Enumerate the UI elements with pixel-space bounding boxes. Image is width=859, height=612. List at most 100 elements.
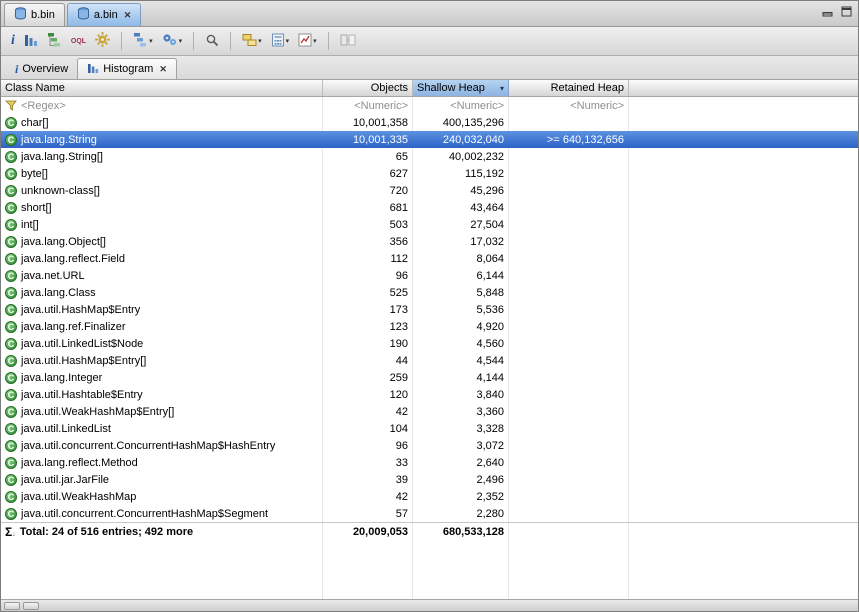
table-row[interactable]: C java.util.LinkedList 104 3,328 [1,420,858,437]
dominator-tree-button[interactable] [44,30,65,52]
table-row[interactable]: C java.util.concurrent.ConcurrentHashMap… [1,437,858,454]
expert-tests-button[interactable]: ▾ [159,30,186,52]
class-name-cell: C java.lang.String [1,131,323,148]
overview-button[interactable]: i [8,30,18,52]
table-row[interactable]: C java.util.concurrent.ConcurrentHashMap… [1,505,858,522]
tab-histogram[interactable]: Histogram ✕ [77,58,177,79]
retained-heap-cell [509,165,629,182]
total-objects: 20,009,053 [323,523,413,540]
dominator-tree-icon [47,32,62,50]
class-icon: C [5,371,17,384]
table-row[interactable]: C java.util.WeakHashMap 42 2,352 [1,488,858,505]
table-row[interactable]: C java.lang.reflect.Method 33 2,640 [1,454,858,471]
class-icon: C [5,150,17,163]
column-header-shallow-heap[interactable]: Shallow Heap ▾ [413,80,509,96]
tab-overview[interactable]: i Overview [6,58,77,79]
table-row[interactable]: C java.util.WeakHashMap$Entry[] 42 3,360 [1,403,858,420]
objects-cell: 627 [323,165,413,182]
shallow-heap-cell: 2,496 [413,471,509,488]
class-icon: C [5,167,17,180]
toolbar-separator [121,32,123,50]
view-tab-label: Overview [22,62,69,75]
histogram-button[interactable] [21,30,41,52]
table-row[interactable]: C short[] 681 43,464 [1,199,858,216]
toolbar-separator [230,32,232,50]
total-shallow-heap: 680,533,128 [413,523,509,540]
table-row[interactable]: C byte[] 627 115,192 [1,165,858,182]
table-row[interactable]: C char[] 10,001,358 400,135,296 [1,114,858,131]
table-row[interactable]: C int[] 503 27,504 [1,216,858,233]
retained-heap-filter[interactable]: <Numeric> [509,97,629,114]
table-row[interactable]: C java.util.HashMap$Entry[] 44 4,544 [1,352,858,369]
class-icon: C [5,439,17,452]
retained-heap-cell [509,216,629,233]
table-row[interactable]: C java.util.jar.JarFile 39 2,496 [1,471,858,488]
objects-cell: 44 [323,352,413,369]
shallow-heap-cell: 4,544 [413,352,509,369]
class-name-text: java.lang.Object[] [21,235,106,248]
table-row[interactable]: C java.util.LinkedList$Node 190 4,560 [1,335,858,352]
maximize-icon[interactable] [841,6,852,17]
table-row[interactable]: C java.lang.Object[] 356 17,032 [1,233,858,250]
objects-filter[interactable]: <Numeric> [323,97,413,114]
table-row[interactable]: C unknown-class[] 720 45,296 [1,182,858,199]
retained-heap-cell [509,505,629,522]
table-row[interactable]: C java.util.HashMap$Entry 173 5,536 [1,301,858,318]
column-header-class-name[interactable]: Class Name [1,80,323,96]
class-name-cell: C java.lang.Object[] [1,233,323,250]
calculator-button[interactable]: ▾ [268,30,293,52]
gear-button[interactable] [92,30,113,52]
main-toolbar: i OQL ▾ ▾ ▾ ▾ ▾ [1,27,858,56]
editor-tab-label: a.bin [93,9,118,21]
heap-dump-icon [77,7,90,23]
total-label: Total: 24 of 516 entries; 492 more [19,525,194,538]
table-row[interactable]: C java.net.URL 96 6,144 [1,267,858,284]
editor-tab-b-bin[interactable]: b.bin [4,3,65,26]
dropdown-arrow-icon: ▾ [285,38,290,45]
class-name-cell: C unknown-class[] [1,182,323,199]
objects-cell: 720 [323,182,413,199]
class-icon: C [5,286,17,299]
class-name-text: java.lang.String[] [21,150,103,163]
table-row[interactable]: C java.lang.Integer 259 4,144 [1,369,858,386]
objects-cell: 356 [323,233,413,250]
class-name-text: byte[] [21,167,48,180]
class-icon: C [5,133,17,146]
table-row[interactable]: C java.lang.Class 525 5,848 [1,284,858,301]
retained-heap-cell [509,301,629,318]
objects-cell: 96 [323,437,413,454]
editor-tab-a-bin[interactable]: a.bin ✕ [66,3,142,26]
tree-menu-button[interactable]: ▾ [130,30,156,52]
class-name-text: java.util.Hashtable$Entry [21,388,143,401]
class-name-cell: C java.util.concurrent.ConcurrentHashMap… [1,437,323,454]
table-row[interactable]: C java.lang.String 10,001,335 240,032,04… [1,131,858,148]
close-icon[interactable]: ✕ [124,10,132,20]
class-name-text: java.util.WeakHashMap [21,490,137,503]
trim-handle[interactable] [4,601,20,610]
close-icon[interactable]: ✕ [159,64,167,74]
compare-button[interactable] [337,30,359,52]
table-row[interactable]: C java.lang.String[] 65 40,002,232 [1,148,858,165]
shallow-heap-filter[interactable]: <Numeric> [413,97,509,114]
class-name-filter[interactable]: <Regex> [1,97,323,114]
minimize-icon[interactable] [822,6,833,17]
table-row[interactable]: C java.util.Hashtable$Entry 120 3,840 [1,386,858,403]
class-icon: C [5,235,17,248]
total-row: Σ↓ Total: 24 of 516 entries; 492 more 20… [1,522,858,540]
filter-icon [5,100,17,112]
editor-tab-label: b.bin [31,9,55,21]
class-name-text: java.util.jar.JarFile [21,473,110,486]
column-header-objects[interactable]: Objects [323,80,413,96]
export-button[interactable]: ▾ [295,30,320,52]
table-row[interactable]: C java.lang.reflect.Field 112 8,064 [1,250,858,267]
table-row[interactable]: C java.lang.ref.Finalizer 123 4,920 [1,318,858,335]
shallow-heap-cell: 8,064 [413,250,509,267]
group-by-button[interactable]: ▾ [239,30,265,52]
retained-heap-cell [509,114,629,131]
class-name-cell: C java.util.HashMap$Entry [1,301,323,318]
query-browser-button[interactable] [202,30,222,52]
column-header-retained-heap[interactable]: Retained Heap [509,80,629,96]
trim-handle[interactable] [23,601,39,610]
oql-button[interactable]: OQL [68,30,89,52]
calculator-icon [271,33,285,50]
